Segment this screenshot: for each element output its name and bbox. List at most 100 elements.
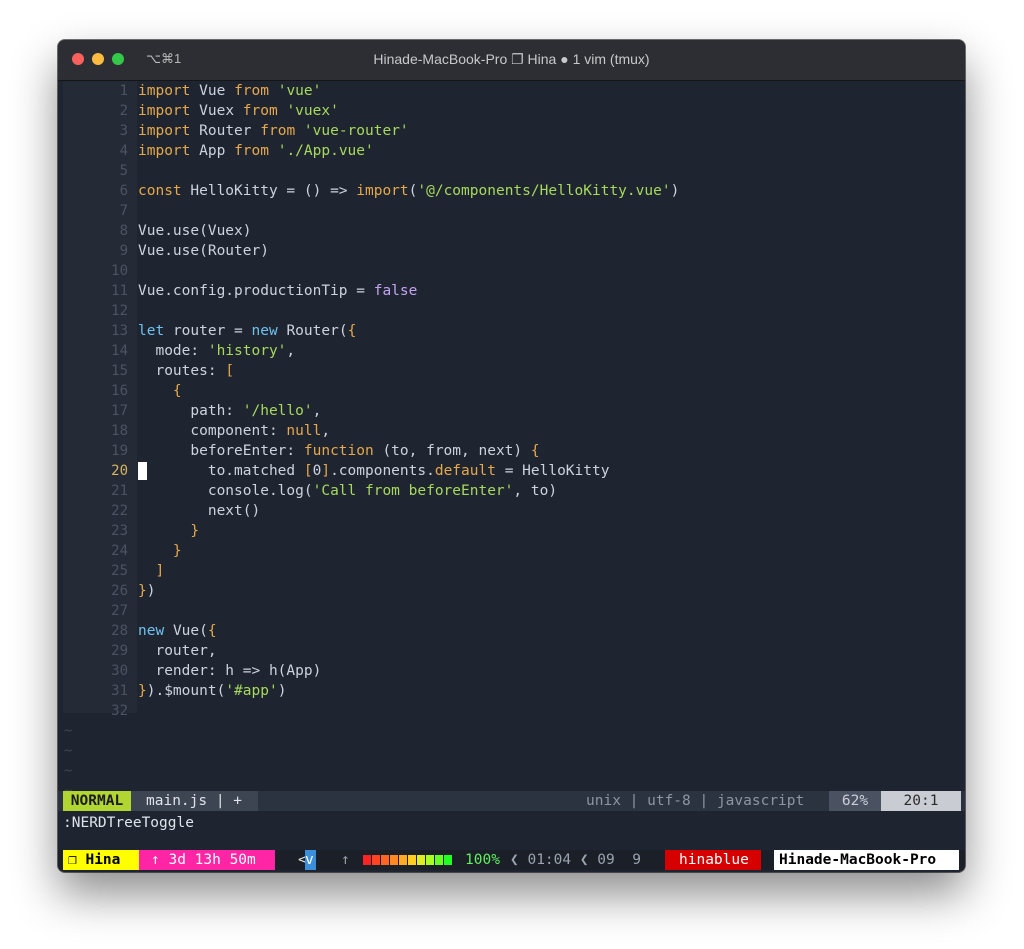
code-text: ] xyxy=(138,563,165,579)
user-name: hinablue xyxy=(679,852,749,868)
tmux-window-v[interactable]: v xyxy=(305,850,316,870)
line-number: 7 xyxy=(119,203,128,219)
battery-meter xyxy=(363,855,453,865)
code-line[interactable]: 11 Vue.config.productionTip = false xyxy=(58,281,965,301)
code-line[interactable]: 18 component: null, xyxy=(58,421,965,441)
line-number: 8 xyxy=(119,223,128,239)
filename-segment: main.js | + xyxy=(131,791,258,811)
code-line[interactable]: 8 Vue.use(Vuex) xyxy=(58,221,965,241)
code-text: new Vue({ xyxy=(138,623,217,639)
code-line[interactable]: 17 path: '/hello', xyxy=(58,401,965,421)
line-number: 10 xyxy=(111,263,128,279)
code-line[interactable]: 24 } xyxy=(58,541,965,561)
code-text: } xyxy=(138,543,182,559)
line-number: 26 xyxy=(111,583,128,599)
empty-line-tilde: ~ xyxy=(64,763,73,779)
line-number: 17 xyxy=(111,403,128,419)
command-line[interactable]: :NERDTreeToggle xyxy=(63,813,194,833)
code-line[interactable]: 4 import App from './App.vue' xyxy=(58,141,965,161)
line-number: 12 xyxy=(111,303,128,319)
line-number: 22 xyxy=(111,503,128,519)
code-line[interactable]: 28 new Vue({ xyxy=(58,621,965,641)
code-line[interactable]: 9 Vue.use(Router) xyxy=(58,241,965,261)
line-number: 6 xyxy=(119,183,128,199)
tmux-user: hinablue xyxy=(665,850,761,870)
line-number: 24 xyxy=(111,543,128,559)
line-number: 30 xyxy=(111,663,128,679)
code-line[interactable]: 26}) xyxy=(58,581,965,601)
battery-cell xyxy=(399,855,407,865)
battery-cell xyxy=(363,855,371,865)
code-line[interactable]: 6 const HelloKitty = () => import('@/comp… xyxy=(58,181,965,201)
battery-cell xyxy=(435,855,443,865)
line-number: 16 xyxy=(111,383,128,399)
code-line[interactable]: 30 render: h => h(App) xyxy=(58,661,965,681)
code-line[interactable]: 15 routes: [ xyxy=(58,361,965,381)
line-number: 19 xyxy=(111,443,128,459)
code-text: let router = new Router({ xyxy=(138,323,357,339)
filename: main.js | + xyxy=(146,793,243,809)
code-line[interactable]: 2 import Vuex from 'vuex' xyxy=(58,101,965,121)
battery-cell xyxy=(408,855,416,865)
line-number: 27 xyxy=(111,603,128,619)
code-line[interactable]: 27 xyxy=(58,601,965,621)
tmux-session[interactable]: ❐ Hina xyxy=(63,850,139,870)
empty-line-tilde: ~ xyxy=(64,743,73,759)
terminal-window: ⌥⌘1 Hinade-MacBook-Pro ❐ Hina ● 1 vim (t… xyxy=(58,40,965,872)
line-number: 9 xyxy=(119,243,128,259)
code-text: console.log('Call from beforeEnter', to) xyxy=(138,483,558,499)
code-text: Vue.use(Vuex) xyxy=(138,223,252,239)
code-text: router, xyxy=(138,643,217,659)
mode-indicator: NORMAL xyxy=(63,791,131,811)
line-number: 4 xyxy=(119,143,128,159)
line-number: 5 xyxy=(119,163,128,179)
code-text: next() xyxy=(138,503,261,519)
line-number: 32 xyxy=(111,703,128,719)
code-line[interactable]: 29 router, xyxy=(58,641,965,661)
vim-statusline: NORMAL main.js | + unix | utf-8 | javasc… xyxy=(58,791,965,811)
battery-percent: 100% xyxy=(465,852,500,868)
code-line[interactable]: 12 xyxy=(58,301,965,321)
code-line[interactable]: 20 to.matched [0].components.default = H… xyxy=(58,461,965,481)
battery-cell xyxy=(444,855,452,865)
up-arrow-icon: ↑ xyxy=(341,852,350,868)
tmux-hostname: Hinade-MacBook-Pro xyxy=(774,850,959,870)
code-line[interactable]: 14 mode: 'history', xyxy=(58,341,965,361)
code-line[interactable]: 3 import Router from 'vue-router' xyxy=(58,121,965,141)
code-text: Vue.config.productionTip = false xyxy=(138,283,418,299)
battery-cell xyxy=(390,855,398,865)
code-text: }) xyxy=(138,583,156,599)
title-bar[interactable]: ⌥⌘1 Hinade-MacBook-Pro ❐ Hina ● 1 vim (t… xyxy=(58,40,965,81)
code-line[interactable]: 7 xyxy=(58,201,965,221)
battery-cell xyxy=(417,855,425,865)
line-number: 3 xyxy=(119,123,128,139)
code-text: path: '/hello', xyxy=(138,403,322,419)
code-line[interactable]: 32 xyxy=(58,701,965,721)
vim-editor[interactable]: 1 import Vue from 'vue' 2 import Vuex from … xyxy=(58,81,965,799)
code-text: const HelloKitty = () => import('@/compo… xyxy=(138,183,680,199)
line-number: 2 xyxy=(119,103,128,119)
code-line[interactable]: 1 import Vue from 'vue' xyxy=(58,81,965,101)
tmux-clock: ❮ 01:04 ❮ 09 9 xyxy=(510,852,641,868)
code-text: import App from './App.vue' xyxy=(138,143,374,159)
tmux-status-bar: ❐ Hina ↑ 3d 13h 50m < v ↑ 100% ❮ 01:04 ❮… xyxy=(58,850,965,870)
code-text: { xyxy=(138,383,182,399)
code-line[interactable]: 13 let router = new Router({ xyxy=(58,321,965,341)
code-line[interactable]: 21 console.log('Call from beforeEnter', … xyxy=(58,481,965,501)
battery-cell xyxy=(426,855,434,865)
code-line[interactable]: 22 next() xyxy=(58,501,965,521)
code-text: render: h => h(App) xyxy=(138,663,322,679)
code-line[interactable]: 23 } xyxy=(58,521,965,541)
code-line[interactable]: 5 xyxy=(58,161,965,181)
code-line[interactable]: 25 ] xyxy=(58,561,965,581)
code-line[interactable]: 10 xyxy=(58,261,965,281)
code-text: beforeEnter: function (to, from, next) { xyxy=(138,443,540,459)
code-line[interactable]: 31}).$mount('#app') xyxy=(58,681,965,701)
code-line[interactable]: 19 beforeEnter: function (to, from, next… xyxy=(58,441,965,461)
code-line[interactable]: 16 { xyxy=(58,381,965,401)
code-text: import Vue from 'vue' xyxy=(138,83,322,99)
file-info: unix | utf-8 | javascript xyxy=(586,793,805,809)
line-number: 20 xyxy=(111,463,128,479)
line-number: 21 xyxy=(111,483,128,499)
tmux-uptime: ↑ 3d 13h 50m xyxy=(139,850,275,870)
